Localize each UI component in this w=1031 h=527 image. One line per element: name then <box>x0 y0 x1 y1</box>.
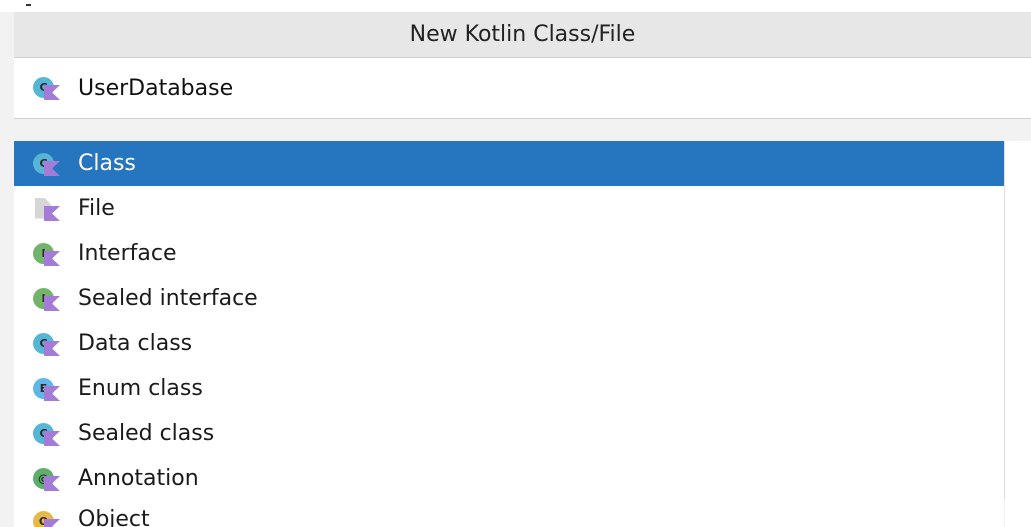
window-top-strip <box>0 0 1031 12</box>
list-item-object[interactable]: O Object <box>14 501 1004 527</box>
list-item-label: Interface <box>78 241 177 266</box>
list-item-label: File <box>78 196 115 221</box>
kotlin-enum-icon: E <box>32 376 62 402</box>
list-item-annotation[interactable]: @ Annotation <box>14 456 1004 501</box>
name-field-row[interactable]: C <box>14 58 1031 119</box>
kotlin-interface-icon: I <box>32 286 62 312</box>
list-item-label: Annotation <box>78 466 199 491</box>
list-item-interface[interactable]: I Interface <box>14 231 1004 276</box>
separator-gap <box>14 119 1031 141</box>
kotlin-class-icon: C <box>32 331 62 357</box>
name-input[interactable] <box>78 75 878 101</box>
list-item-label: Data class <box>78 331 193 356</box>
dialog-title-bar: New Kotlin Class/File <box>14 12 1031 58</box>
list-item-label: Object <box>78 507 150 527</box>
list-item-label: Enum class <box>78 376 203 401</box>
kotlin-class-icon: C <box>32 151 62 177</box>
kotlin-object-icon: O <box>32 509 62 527</box>
kotlin-interface-icon: I <box>32 241 62 267</box>
file-kind-list[interactable]: C Class File I Interface I Sealed interface C Da… <box>14 141 1004 527</box>
list-item-sealed-class[interactable]: C Sealed class <box>14 411 1004 456</box>
kotlin-class-icon: C <box>32 75 62 101</box>
list-item-label: Class <box>78 151 136 176</box>
list-item-enum-class[interactable]: E Enum class <box>14 366 1004 411</box>
list-item-data-class[interactable]: C Data class <box>14 321 1004 366</box>
new-kotlin-file-dialog: New Kotlin Class/File C C Class File I Inter… <box>0 0 1031 527</box>
list-item-label: Sealed class <box>78 421 215 446</box>
dialog-title: New Kotlin Class/File <box>409 22 636 47</box>
list-scrollbar[interactable] <box>1004 141 1031 527</box>
list-item-label: Sealed interface <box>78 286 258 311</box>
list-item-class[interactable]: C Class <box>14 141 1004 186</box>
list-item-sealed-interface[interactable]: I Sealed interface <box>14 276 1004 321</box>
window-top-mark <box>26 4 31 6</box>
list-item-file[interactable]: File <box>14 186 1004 231</box>
kotlin-file-icon <box>32 196 62 222</box>
kotlin-class-icon: C <box>32 421 62 447</box>
kotlin-annotation-icon: @ <box>32 466 62 492</box>
